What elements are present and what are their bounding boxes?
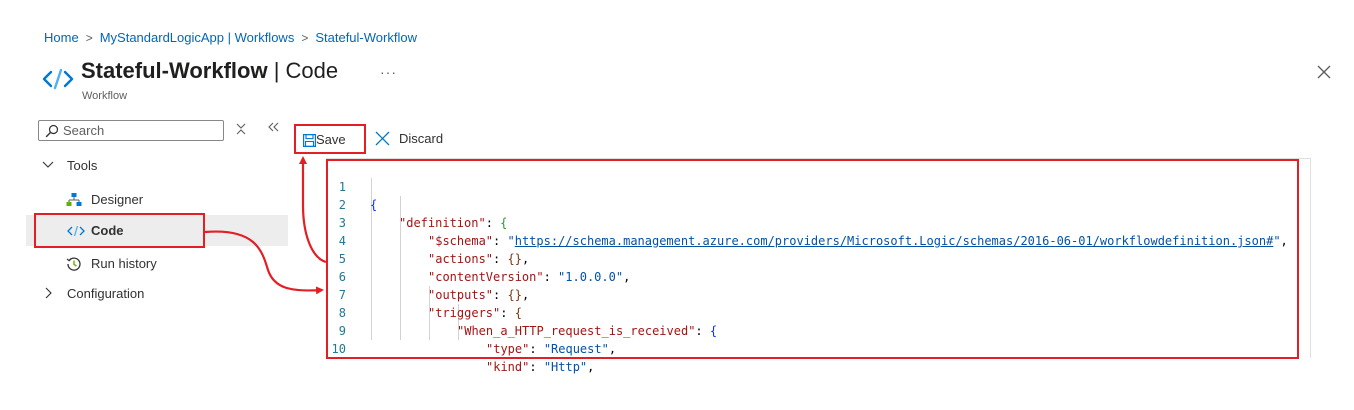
arrow-to-save [299, 156, 327, 264]
arrow-to-code [204, 230, 324, 295]
annotation-arrows [204, 156, 327, 295]
